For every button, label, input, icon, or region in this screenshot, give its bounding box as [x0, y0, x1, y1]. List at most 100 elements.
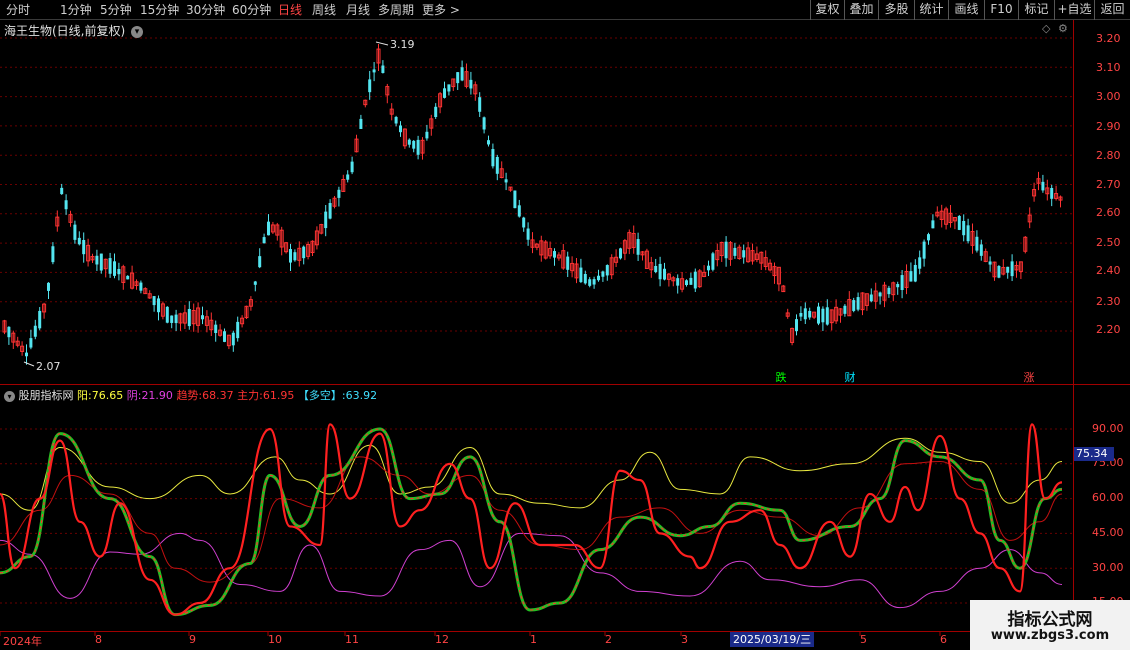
current-value-tag: 75.34 — [1074, 447, 1114, 461]
candle-body — [962, 220, 966, 236]
candle-body — [381, 65, 385, 73]
candle-body — [302, 246, 306, 259]
main-force-line — [0, 456, 1063, 583]
diamond-icon[interactable]: ◇ — [1042, 22, 1050, 35]
indicator-tick: 60.00 — [1092, 491, 1124, 504]
candle-body — [425, 131, 429, 139]
candle-body — [478, 97, 482, 112]
event-badge-finance[interactable]: 财 — [843, 371, 857, 384]
candle-body — [258, 256, 262, 268]
candle-body — [51, 246, 55, 263]
event-badge-rise[interactable]: 涨 — [1022, 371, 1036, 384]
candle-body — [566, 256, 570, 270]
stock-chart-canvas[interactable] — [0, 0, 1130, 650]
watermark-title: 指标公式网 — [1007, 610, 1093, 630]
price-tick: 2.40 — [1096, 264, 1121, 277]
candle-body — [975, 236, 979, 251]
candle-body — [931, 220, 935, 229]
candle-body — [82, 240, 86, 255]
main-force-label: 主力: — [237, 389, 263, 402]
time-label: 3 — [681, 633, 688, 646]
candle-body — [469, 79, 473, 89]
candle-body — [25, 352, 28, 357]
time-label: 2024年 — [3, 635, 42, 648]
candle-body — [922, 241, 926, 259]
candle-body — [491, 149, 495, 167]
candle-body — [73, 224, 77, 240]
candle-body — [1006, 266, 1010, 273]
price-tick: 3.00 — [1096, 90, 1121, 103]
candle-body — [372, 69, 376, 73]
yin-value: 21.90 — [141, 389, 173, 402]
candle-body — [1010, 261, 1014, 277]
candle-body — [517, 205, 521, 217]
candle-body — [588, 279, 592, 286]
candle-body — [460, 67, 464, 81]
trend-value: 68.37 — [202, 389, 234, 402]
watermark-url: www.zbgs3.com — [990, 628, 1110, 643]
candle-body — [236, 321, 240, 339]
candle-body — [399, 125, 402, 133]
chevron-down-icon[interactable]: ▾ — [4, 390, 15, 402]
candle-body — [808, 310, 812, 318]
candle-body — [658, 263, 662, 280]
candle-body — [262, 237, 266, 244]
candle-body — [979, 244, 983, 256]
yang-label: 阳: — [77, 389, 92, 402]
low-marker-line — [23, 361, 35, 367]
candle-body — [324, 211, 328, 229]
candle-body — [927, 234, 930, 241]
main-force-value: 61.95 — [262, 389, 295, 402]
gear-icon[interactable]: ⚙ — [1058, 22, 1068, 35]
chevron-down-icon[interactable]: ▾ — [131, 25, 144, 38]
yang-line — [0, 423, 1063, 616]
candle-body — [253, 281, 257, 285]
candle-body — [214, 324, 218, 333]
price-tick: 2.90 — [1096, 120, 1121, 133]
candle-body — [416, 139, 420, 155]
price-tick: 3.10 — [1096, 61, 1121, 74]
candle-body — [795, 319, 798, 332]
candle-body — [504, 179, 508, 183]
candle-body — [583, 273, 587, 284]
candle-body — [350, 161, 354, 173]
candle-body — [619, 248, 622, 259]
candle-body — [685, 280, 688, 286]
high-marker-line — [375, 41, 389, 46]
candle-body — [799, 313, 803, 317]
candle-body — [99, 253, 103, 271]
candle-body — [487, 140, 490, 145]
candle-body — [988, 261, 992, 265]
event-badge-fall[interactable]: 跌 — [774, 371, 788, 384]
candle-body — [495, 156, 499, 174]
watermark: 指标公式网 www.zbgs3.com — [970, 600, 1130, 650]
candle-body — [33, 325, 37, 337]
candle-body — [117, 269, 121, 275]
candle-body — [843, 305, 847, 314]
candle-body — [817, 306, 820, 324]
candle-body — [900, 275, 904, 290]
stock-title: 海王生物(日线,前复权) — [4, 24, 126, 38]
indicator-title: ▾ 股朋指标网 阳:76.65 阴:21.90 趋势:68.37 主力:61.9… — [4, 387, 377, 403]
candle-body — [856, 297, 860, 310]
candle-body — [733, 247, 737, 256]
price-axis-divider — [1073, 20, 1074, 632]
candle-body — [293, 252, 297, 261]
candle-body — [821, 308, 825, 323]
price-tick: 2.30 — [1096, 295, 1121, 308]
candle-body — [742, 250, 746, 258]
crosshair-date-label: 2025/03/19/三 — [730, 632, 815, 647]
candle-body — [663, 268, 666, 280]
candle-body — [869, 294, 873, 302]
candle-body — [47, 282, 50, 291]
candle-body — [289, 249, 292, 263]
indicator-name: 股朋指标网 — [18, 389, 74, 402]
candle-body — [553, 251, 556, 258]
indicator-tick: 45.00 — [1092, 526, 1124, 539]
candle-body — [223, 331, 226, 342]
candle-body — [64, 200, 68, 210]
candle-body — [597, 275, 600, 281]
candle-body — [113, 261, 116, 276]
candle-body — [522, 217, 526, 228]
price-tick: 3.20 — [1096, 32, 1121, 45]
